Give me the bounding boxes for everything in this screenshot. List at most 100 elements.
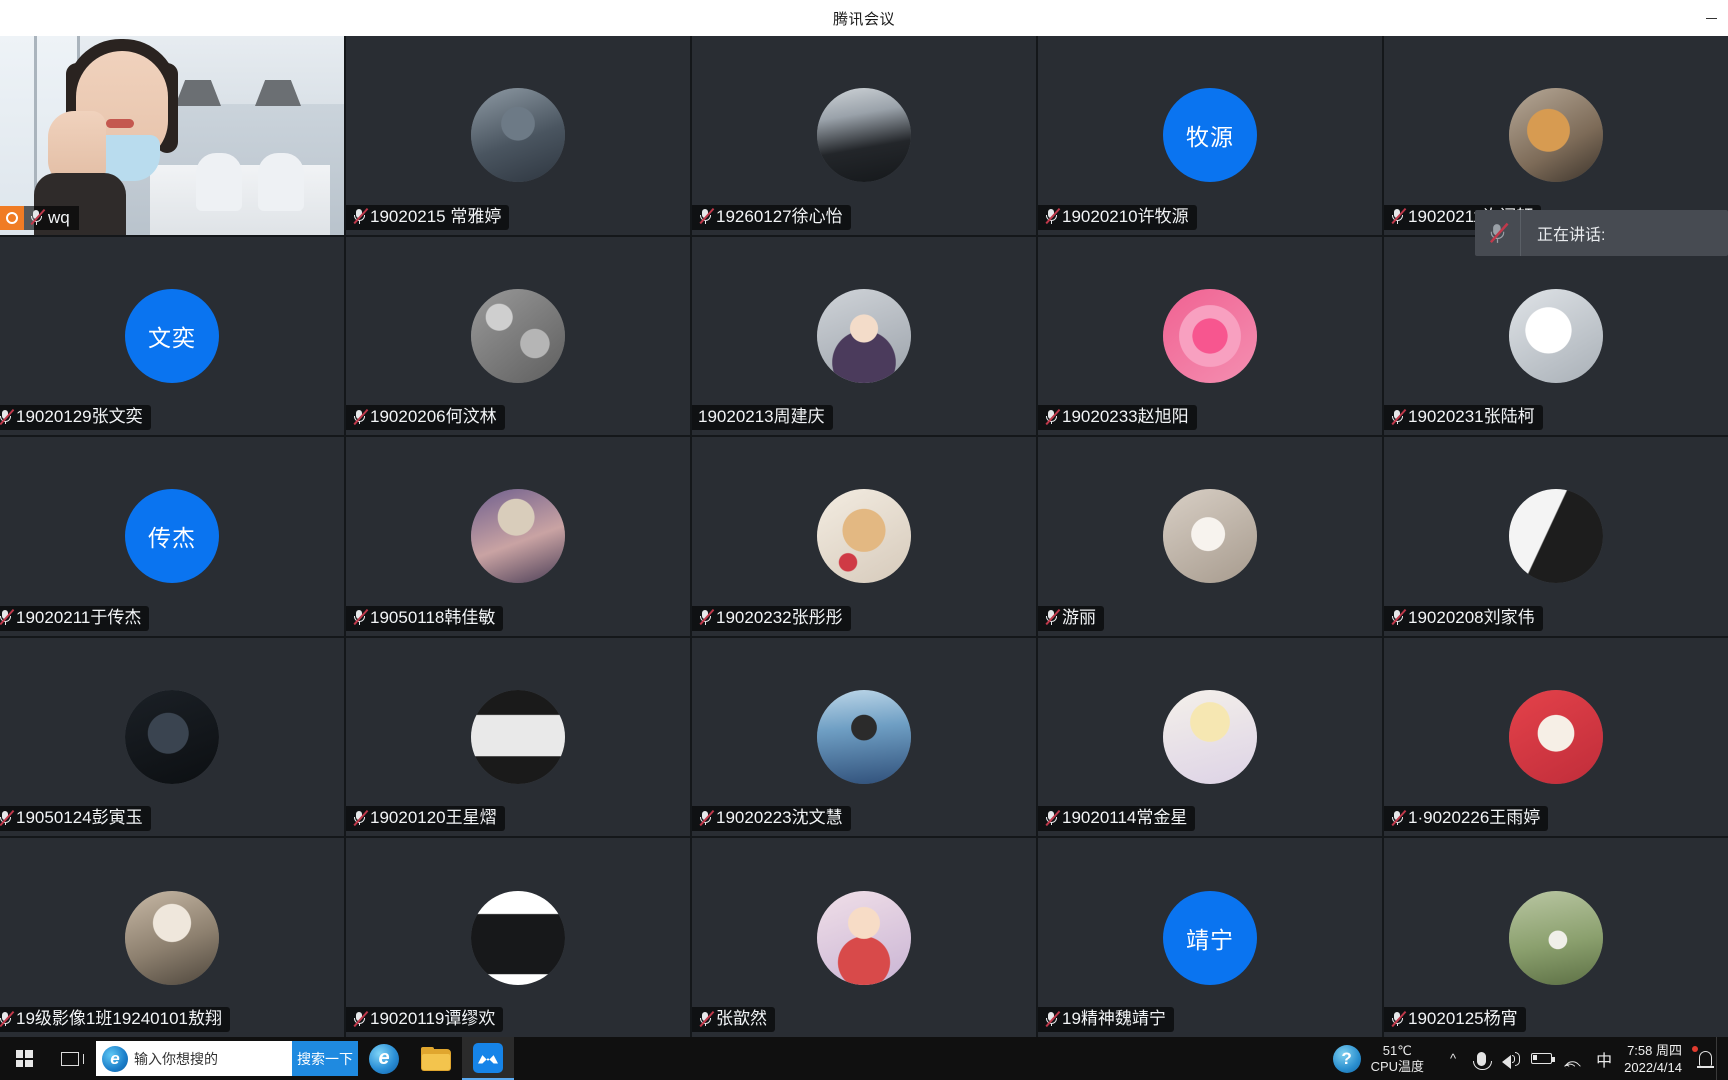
participant-tile[interactable]: 19020215 常雅婷 — [346, 36, 690, 235]
participant-tile[interactable]: 牧源 19020210许牧源 — [1038, 36, 1382, 235]
participant-name-badge: 19050124彭寅玉 — [0, 806, 151, 832]
ime-indicator[interactable]: 中 — [1596, 1047, 1612, 1071]
avatar: 文奕 — [125, 288, 219, 383]
clock-time: 7:58 周四 — [1627, 1042, 1682, 1058]
participant-name: 19020206何汶林 — [370, 407, 497, 427]
avatar — [1163, 690, 1257, 785]
page-title: 腾讯会议 — [832, 10, 895, 28]
participant-tile[interactable]: 19级影像1班19240101敖翔 — [0, 838, 344, 1037]
mic-muted-icon — [698, 609, 715, 626]
participant-name-badge: 张歆然 — [692, 1007, 775, 1032]
participant-tile[interactable]: 靖宁 19精神魏靖宁 — [1038, 838, 1382, 1037]
participant-name-badge: 1·9020226王雨婷 — [1384, 806, 1549, 832]
mic-muted-icon — [0, 1010, 15, 1028]
search-input[interactable]: 输入你想搜的 — [96, 1041, 292, 1076]
participant-tile[interactable]: 19020213周建庆 — [692, 236, 1036, 436]
mic-muted-icon — [0, 609, 15, 626]
participant-tile[interactable]: 19050124彭寅玉 — [0, 637, 344, 837]
help-question-icon[interactable]: ? — [1332, 1044, 1361, 1073]
cpu-temp-value: 51℃ — [1382, 1042, 1412, 1058]
speaking-indicator-panel[interactable]: 正在讲话: — [1475, 210, 1728, 256]
mic-muted-icon — [698, 809, 715, 827]
mic-muted-icon — [1044, 408, 1061, 426]
participant-name-badge: 19020210许牧源 — [1038, 204, 1197, 230]
avatar — [471, 288, 565, 383]
mic-muted-icon — [0, 408, 15, 426]
participant-tile[interactable]: 19020231张陆柯 — [1384, 236, 1728, 436]
participant-name: 19020120王星熠 — [370, 808, 497, 828]
participant-tile[interactable]: 19020119谭缪欢 — [346, 838, 690, 1037]
participant-tile[interactable]: 19020211许闻轩 — [1384, 36, 1728, 235]
taskbar-item-internet-explorer[interactable] — [358, 1037, 410, 1080]
avatar — [471, 489, 565, 584]
participant-name-badge: 19020120王星熠 — [346, 806, 505, 832]
wifi-icon[interactable] — [1556, 1037, 1586, 1080]
taskbar-item-tencent-meeting[interactable] — [462, 1037, 514, 1080]
avatar: 牧源 — [1163, 88, 1257, 183]
search-placeholder: 输入你想搜的 — [134, 1050, 218, 1067]
search-submit-button[interactable]: 搜索一下 — [292, 1041, 358, 1076]
mic-muted-icon — [1044, 809, 1061, 827]
avatar: 靖宁 — [1163, 890, 1257, 985]
chevron-up-icon[interactable]: ^ — [1450, 1051, 1456, 1066]
taskbar-item-file-explorer[interactable] — [410, 1037, 462, 1080]
participant-name-badge: 19020232张彤彤 — [692, 605, 851, 631]
speaking-label: 正在讲话: — [1537, 227, 1606, 244]
participant-name-badge: 19020114常金星 — [1038, 806, 1196, 832]
speaker-icon[interactable] — [1496, 1037, 1526, 1080]
avatar — [125, 890, 219, 985]
mic-muted-icon — [1390, 1010, 1407, 1028]
windows-taskbar: 输入你想搜的 搜索一下 ? 51℃ CPU温度 ^ 中 7:58 周四 2022… — [0, 1037, 1728, 1080]
avatar — [125, 690, 219, 785]
participant-tile[interactable]: 19020208刘家伟 — [1384, 437, 1728, 636]
mic-muted-icon[interactable] — [1475, 210, 1521, 256]
participant-tile[interactable]: 19020233赵旭阳 — [1038, 236, 1382, 436]
participant-tile[interactable]: 19020232张彤彤 — [692, 437, 1036, 636]
avatar — [1509, 288, 1603, 383]
show-desktop-button[interactable] — [1716, 1037, 1724, 1080]
participant-tile[interactable]: 19020206何汶林 — [346, 236, 690, 436]
participant-name: 19020211于传杰 — [16, 607, 142, 627]
microphone-icon[interactable] — [1466, 1037, 1496, 1080]
cpu-temp-label: CPU温度 — [1370, 1058, 1425, 1074]
ie-icon — [369, 1043, 399, 1074]
battery-icon[interactable] — [1526, 1037, 1556, 1080]
taskbar-clock[interactable]: 7:58 周四 2022/4/14 — [1624, 1042, 1682, 1076]
participant-name: 19050118韩佳敏 — [370, 607, 496, 627]
minimize-button[interactable] — [1698, 3, 1724, 33]
participant-name: 19精神魏靖宁 — [1062, 1009, 1166, 1028]
participant-name: 19050124彭寅玉 — [16, 808, 143, 828]
host-badge-icon — [0, 205, 24, 230]
avatar — [817, 288, 911, 383]
participant-tile[interactable]: 游丽 — [1038, 437, 1382, 636]
participant-name-badge: 19020223沈文慧 — [692, 806, 851, 832]
avatar — [817, 690, 911, 785]
participant-name: 19020213周建庆 — [698, 407, 825, 427]
avatar — [1509, 88, 1603, 183]
participant-tile[interactable]: 19020223沈文慧 — [692, 637, 1036, 837]
mic-muted-icon — [1390, 208, 1407, 225]
window-controls — [1698, 0, 1724, 36]
participant-tile[interactable]: 1·9020226王雨婷 — [1384, 637, 1728, 837]
participant-tile[interactable]: 传杰 19020211于传杰 — [0, 437, 344, 636]
notification-bell-icon[interactable] — [1692, 1037, 1716, 1080]
participant-tile[interactable]: 张歆然 — [692, 838, 1036, 1037]
participant-tile[interactable]: wq — [0, 36, 344, 235]
participant-tile[interactable]: 19020114常金星 — [1038, 637, 1382, 837]
avatar: 传杰 — [125, 489, 219, 584]
participant-name: 19020231张陆柯 — [1408, 407, 1535, 427]
tencent-meeting-icon — [473, 1042, 503, 1073]
participant-tile[interactable]: 19260127徐心怡 — [692, 36, 1036, 235]
participant-tile[interactable]: 19020120王星熠 — [346, 637, 690, 837]
folder-icon — [421, 1046, 451, 1071]
ie-icon — [102, 1045, 128, 1072]
participant-name: 19020129张文奕 — [16, 407, 143, 427]
task-view-icon[interactable] — [48, 1037, 92, 1080]
windows-start-icon[interactable] — [0, 1037, 48, 1080]
participant-tile[interactable]: 文奕 19020129张文奕 — [0, 236, 344, 436]
mic-muted-icon — [1044, 609, 1061, 626]
participant-tile[interactable]: 19020125杨宵 — [1384, 838, 1728, 1037]
cpu-temperature-readout[interactable]: 51℃ CPU温度 — [1371, 1043, 1424, 1075]
participant-tile[interactable]: 19050118韩佳敏 — [346, 437, 690, 636]
participant-name-badge: 19020233赵旭阳 — [1038, 405, 1197, 431]
